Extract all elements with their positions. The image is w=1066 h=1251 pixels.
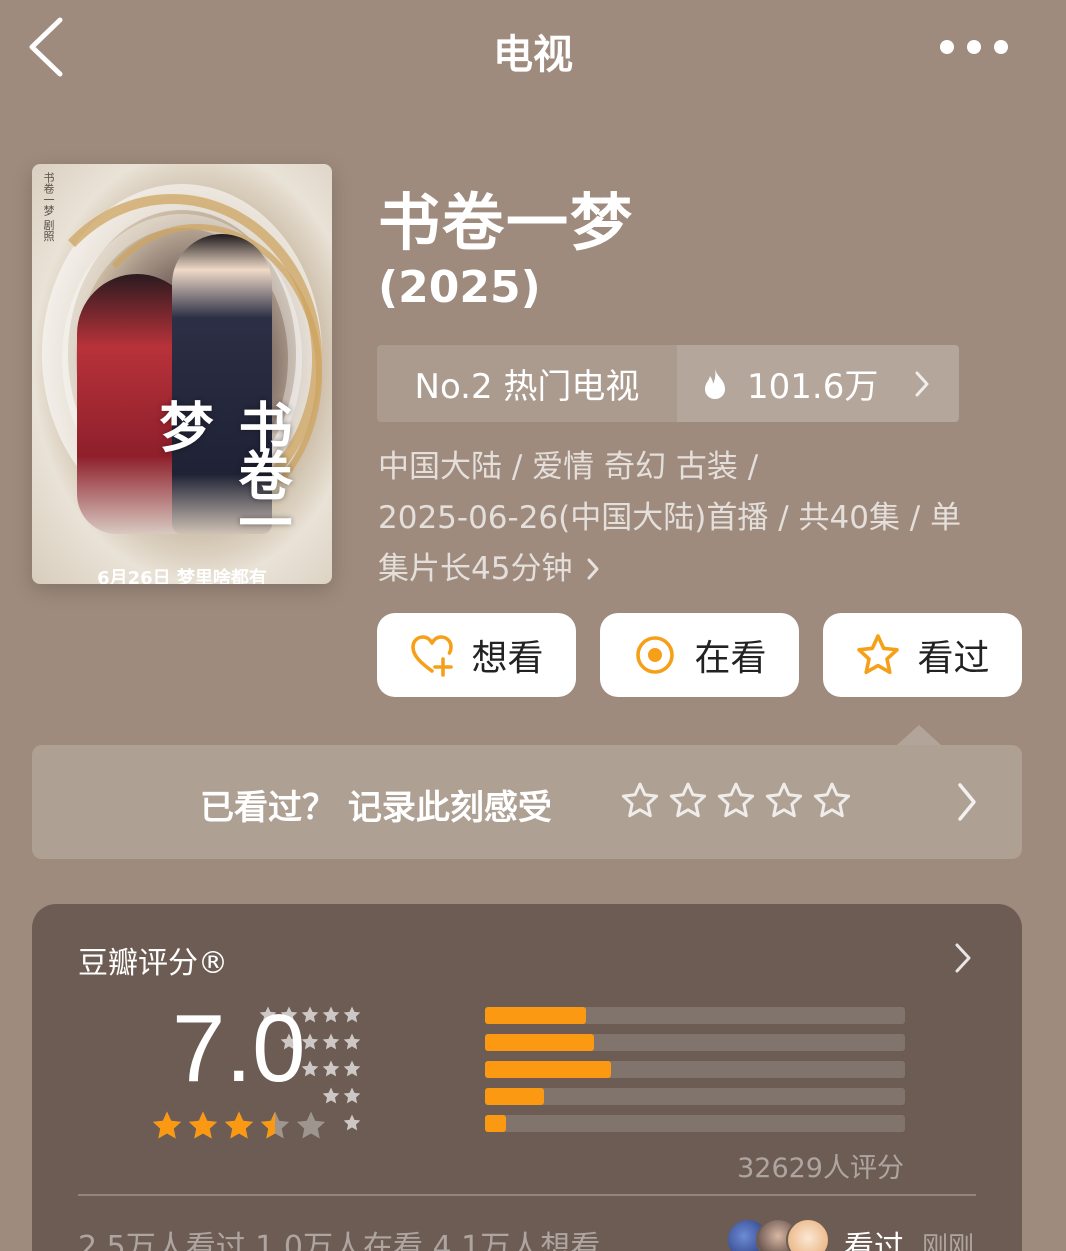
star-outline-icon[interactable]: [764, 781, 804, 821]
star-small-icon: [280, 1006, 298, 1023]
friend-avatars[interactable]: [726, 1218, 830, 1251]
star-small-icon: [343, 1033, 361, 1050]
rank-label: No.2 热门电视: [377, 345, 677, 422]
star-outline-icon[interactable]: [812, 781, 852, 821]
rating-count: 32629人评分: [737, 1153, 904, 1184]
star-small-icon: [259, 1006, 277, 1023]
more-options-icon[interactable]: [940, 38, 1008, 56]
watching-label: 在看: [694, 638, 767, 679]
distribution-track: [485, 1115, 905, 1132]
distribution-bar: [485, 1088, 544, 1105]
star-small-icon: [280, 1033, 298, 1050]
chevron-right-icon: [955, 943, 971, 973]
watched-label: 看过: [917, 638, 990, 679]
heat-section[interactable]: 101.6万: [677, 345, 959, 422]
star-small-icon: [301, 1033, 319, 1050]
star-small-icon: [322, 1033, 340, 1050]
rating-card[interactable]: 豆瓣评分® 7.0 32629人评分 2.5万人看过 1.0万人在看 4.1万人…: [32, 904, 1022, 1251]
distribution-track: [485, 1061, 905, 1078]
want-to-watch-button[interactable]: 想看: [377, 613, 576, 697]
show-title: 书卷一梦: [378, 186, 635, 259]
meta-line-1: 中国大陆 / 爱情 奇幻 古装 /: [378, 449, 759, 485]
star-small-icon: [301, 1060, 319, 1077]
watch-stats: 2.5万人看过 1.0万人在看 4.1万人想看: [78, 1230, 601, 1251]
star-small-icon: [322, 1087, 340, 1104]
show-meta-info[interactable]: 中国大陆 / 爱情 奇幻 古装 / 2025-06-26(中国大陆)首播 / 共…: [378, 442, 1018, 595]
star-outline-icon[interactable]: [620, 781, 660, 821]
watching-button[interactable]: 在看: [600, 613, 799, 697]
rating-label: 豆瓣评分®: [78, 946, 228, 981]
meta-line-3: 集片长45分钟: [378, 551, 573, 587]
row-stars: [254, 1086, 362, 1106]
distribution-track: [485, 1007, 905, 1024]
chevron-right-icon: [587, 558, 599, 580]
heat-value: 101.6万: [747, 367, 879, 407]
poster-image[interactable]: 书卷一梦 剧照 书卷一梦 6月26日 梦里啥都有: [32, 164, 332, 584]
watched-button[interactable]: 看过: [823, 613, 1022, 697]
distribution-track: [485, 1034, 905, 1051]
seen-label: 看过: [844, 1230, 904, 1251]
distribution-bar: [485, 1061, 611, 1078]
row-stars: [254, 1113, 362, 1133]
star-outline-icon: [857, 634, 900, 675]
poster-side-text: 书卷一梦 剧照: [42, 172, 55, 242]
star-small-icon: [322, 1006, 340, 1023]
star-outline-icon[interactable]: [668, 781, 708, 821]
star-small-icon: [301, 1006, 319, 1023]
star-small-icon: [343, 1087, 361, 1104]
poster-calligraphy-title: 书卷一梦: [150, 399, 292, 543]
record-prompt: 已看过？ 记录此刻感受: [200, 788, 552, 828]
chevron-right-icon: [915, 371, 929, 396]
row-stars: [254, 1059, 362, 1079]
star-small-icon: [343, 1114, 361, 1131]
top-bar: 电视: [0, 0, 1066, 100]
star-small-icon: [343, 1060, 361, 1077]
row-stars: [254, 1005, 362, 1025]
star-filled-icon: [224, 1111, 254, 1139]
divider: [78, 1194, 976, 1196]
page-title: 电视: [493, 32, 573, 78]
rate-stars[interactable]: [620, 781, 852, 821]
flame-icon: [705, 368, 725, 399]
show-year: (2025): [378, 262, 541, 313]
poster-date-banner: 6月26日 梦里啥都有: [97, 568, 267, 584]
watching-target-icon: [636, 636, 675, 674]
distribution-bar: [485, 1115, 506, 1132]
seen-time: 刚刚: [922, 1232, 975, 1251]
row-stars: [254, 1032, 362, 1052]
ranking-bar[interactable]: No.2 热门电视 101.6万: [377, 345, 959, 422]
callout-pointer: [897, 725, 941, 745]
star-small-icon: [322, 1060, 340, 1077]
star-filled-icon: [188, 1111, 218, 1139]
star-small-icon: [343, 1006, 361, 1023]
chevron-right-icon: [958, 783, 976, 821]
star-filled-icon: [152, 1111, 182, 1139]
distribution-track: [485, 1088, 905, 1105]
heart-plus-icon: [411, 635, 454, 677]
distribution-bar: [485, 1007, 586, 1024]
distribution-bar: [485, 1034, 595, 1051]
want-to-watch-label: 想看: [471, 638, 544, 679]
avatar[interactable]: [786, 1218, 830, 1251]
record-feeling-bar[interactable]: 已看过？ 记录此刻感受: [32, 745, 1022, 859]
meta-line-2: 2025-06-26(中国大陆)首播 / 共40集 / 单: [378, 500, 962, 536]
star-outline-icon[interactable]: [716, 781, 756, 821]
